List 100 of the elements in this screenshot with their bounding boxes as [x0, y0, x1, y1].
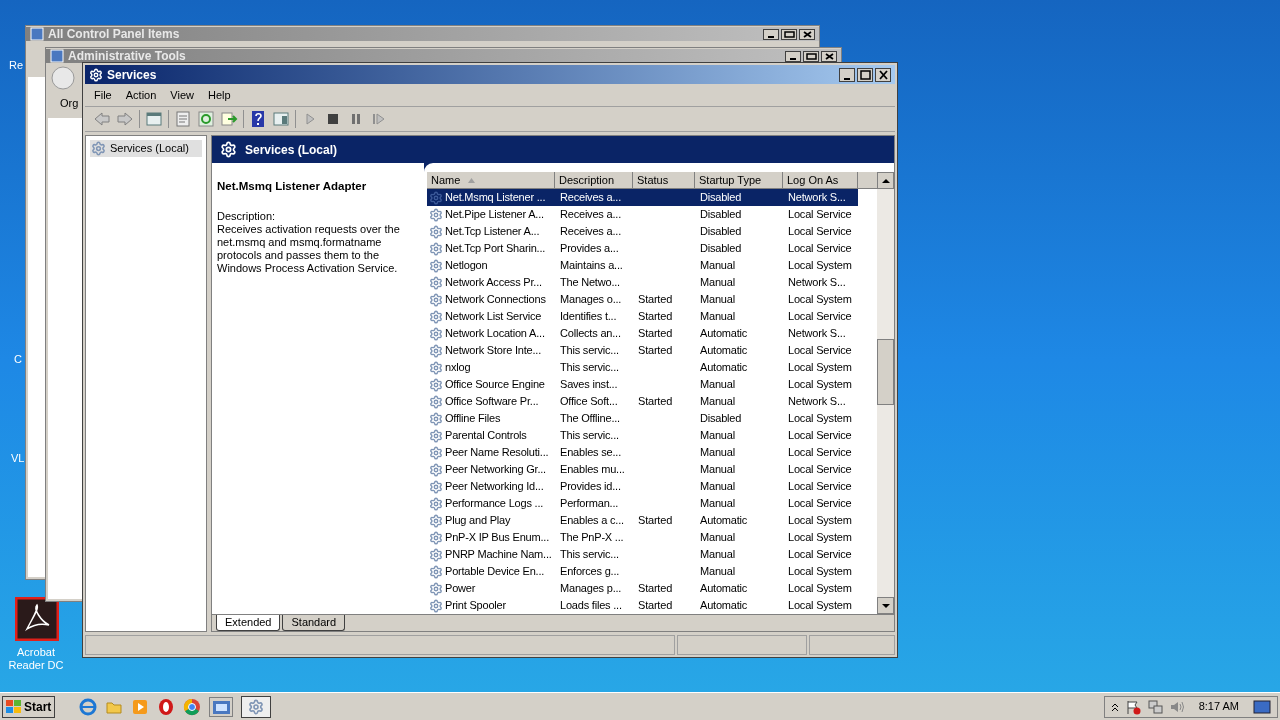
help-icon[interactable] [249, 110, 267, 128]
table-row[interactable]: Peer Networking Id... Provides id... Manual Local Service [427, 478, 858, 495]
table-cell-text: Peer Networking Gr... [445, 462, 546, 478]
icon-label[interactable]: C [14, 351, 22, 368]
table-cell-text: Started [638, 343, 673, 359]
close-icon[interactable] [799, 28, 815, 40]
column-header[interactable]: Startup Type [695, 172, 783, 189]
browser-e-icon[interactable] [79, 697, 98, 716]
table-cell-text: Local Service [788, 496, 852, 512]
gear-icon [429, 547, 443, 562]
column-header[interactable]: Log On As [783, 172, 858, 189]
menu-item[interactable]: View [165, 86, 199, 104]
table-row[interactable]: Network Store Inte... This servic... Started Automatic Local Service [427, 342, 858, 359]
forward-arrow-icon[interactable] [116, 110, 134, 128]
table-row[interactable]: Portable Device En... Enforces g... Manual Local System [427, 563, 858, 580]
gear-icon [429, 326, 443, 341]
gear-icon [429, 258, 443, 273]
table-row[interactable]: Office Source Engine Saves inst... Manual Local System [427, 376, 858, 393]
network-icon[interactable] [1146, 698, 1163, 715]
panel-icon[interactable] [145, 110, 163, 128]
back-arrow-icon[interactable] [93, 110, 111, 128]
table-row[interactable]: Offline Files The Offline... Disabled Local System [427, 410, 858, 427]
pdf-app-icon[interactable] [15, 597, 59, 641]
flag-icon[interactable] [1124, 698, 1141, 715]
scroll-up-icon[interactable] [877, 172, 894, 189]
table-row[interactable]: Power Manages p... Started Automatic Local System [427, 580, 858, 597]
table-row[interactable]: Parental Controls This servic... Manual Local Service [427, 427, 858, 444]
minimize-icon[interactable] [785, 50, 801, 62]
column-header[interactable]: Status [633, 172, 695, 189]
table-cell-text: Local Service [788, 224, 852, 240]
panel-icon[interactable] [272, 110, 290, 128]
close-icon[interactable] [875, 67, 891, 82]
icon-label[interactable]: Re [9, 57, 24, 74]
export-icon[interactable] [220, 110, 238, 128]
scroll-down-icon[interactable] [877, 597, 894, 614]
table-cell-text: Net.Tcp Listener A... [445, 224, 540, 240]
gear-icon [89, 67, 103, 82]
table-row[interactable]: nxlog This servic... Automatic Local System [427, 359, 858, 376]
view-tab[interactable]: Standard [282, 615, 346, 631]
show-desktop-icon[interactable] [1253, 698, 1271, 715]
table-row[interactable]: Plug and Play Enables a c... Started Automatic Local System [427, 512, 858, 529]
table-row[interactable]: Net.Tcp Port Sharin... Provides a... Disabled Local Service [427, 240, 858, 257]
table-cell-text: Manages o... [560, 292, 622, 308]
menu-item[interactable]: Action [120, 86, 162, 104]
table-cell-text: Manual [700, 496, 735, 512]
table-row[interactable]: Net.Msmq Listener ... Receives a... Disabled Network S... [427, 189, 858, 206]
back-icon[interactable] [50, 65, 76, 91]
taskbar-button[interactable] [241, 695, 272, 718]
minimize-icon[interactable] [839, 67, 855, 82]
column-header [858, 172, 877, 189]
column-header[interactable]: Description [555, 172, 633, 189]
minimize-icon[interactable] [763, 28, 779, 40]
table-row[interactable]: Print Spooler Loads files ... Started Automatic Local System [427, 597, 858, 614]
gear-icon [429, 530, 443, 545]
scroll-thumb[interactable] [877, 339, 894, 405]
view-tab[interactable]: Extended [216, 615, 281, 631]
control-panel-icon[interactable] [209, 696, 234, 717]
table-cell-text: Parental Controls [445, 428, 527, 444]
table-cell-text: Disabled [700, 241, 742, 257]
opera-icon[interactable] [157, 697, 176, 716]
close-icon[interactable] [821, 50, 837, 62]
table-cell-text: Local System [788, 581, 852, 597]
refresh-icon[interactable] [197, 110, 215, 128]
table-row[interactable]: Performance Logs ... Performan... Manual Local Service [427, 495, 858, 512]
table-cell-text: Network S... [788, 394, 846, 410]
chevron-up-icon[interactable] [1110, 701, 1119, 712]
table-row[interactable]: PNRP Machine Nam... This servic... Manual Local Service [427, 546, 858, 563]
table-cell-text: The Netwo... [560, 275, 620, 291]
table-row[interactable]: Network List Service Identifies t... Started Manual Local Service [427, 308, 858, 325]
table-row[interactable]: Network Location A... Collects an... Started Automatic Network S... [427, 325, 858, 342]
table-row[interactable]: Peer Networking Gr... Enables mu... Manual Local Service [427, 461, 858, 478]
gear-icon [91, 140, 106, 156]
table-cell-text: Network S... [788, 190, 846, 206]
menu-item[interactable]: File [89, 86, 117, 104]
gear-icon [429, 513, 443, 528]
maximize-icon[interactable] [803, 50, 819, 62]
table-cell-text: This servic... [560, 343, 619, 359]
maximize-icon[interactable] [857, 67, 873, 82]
table-row[interactable]: Peer Name Resoluti... Enables se... Manual Local Service [427, 444, 858, 461]
table-row[interactable]: Net.Tcp Listener A... Receives a... Disabled Local Service [427, 223, 858, 240]
maximize-icon[interactable] [781, 28, 797, 40]
toolbar-label[interactable]: Org [60, 95, 79, 112]
table-row[interactable]: Net.Pipe Listener A... Receives a... Disabled Local Service [427, 206, 858, 223]
table-row[interactable]: Network Connections Manages o... Started Manual Local System [427, 291, 858, 308]
table-row[interactable]: Office Software Pr... Office Soft... Started Manual Network S... [427, 393, 858, 410]
media-player-icon[interactable] [131, 697, 150, 716]
table-row[interactable]: Network Access Pr... The Netwo... Manual Network S... [427, 274, 858, 291]
table-cell-text: Receives a... [560, 224, 621, 240]
table-row[interactable]: PnP-X IP Bus Enum... The PnP-X ... Manual Local System [427, 529, 858, 546]
properties-icon[interactable] [174, 110, 192, 128]
scrollbar[interactable] [877, 172, 894, 614]
gear-icon [220, 141, 237, 158]
gear-icon [429, 360, 443, 375]
window-title: Administrative Tools [68, 48, 186, 65]
menu-item[interactable]: Help [202, 86, 236, 104]
table-row[interactable]: Netlogon Maintains a... Manual Local System [427, 257, 858, 274]
column-header[interactable]: Name [427, 172, 555, 189]
start-button[interactable]: Start [2, 695, 56, 718]
tree-item[interactable]: Services (Local) [90, 140, 202, 157]
chrome-icon[interactable] [183, 697, 202, 716]
